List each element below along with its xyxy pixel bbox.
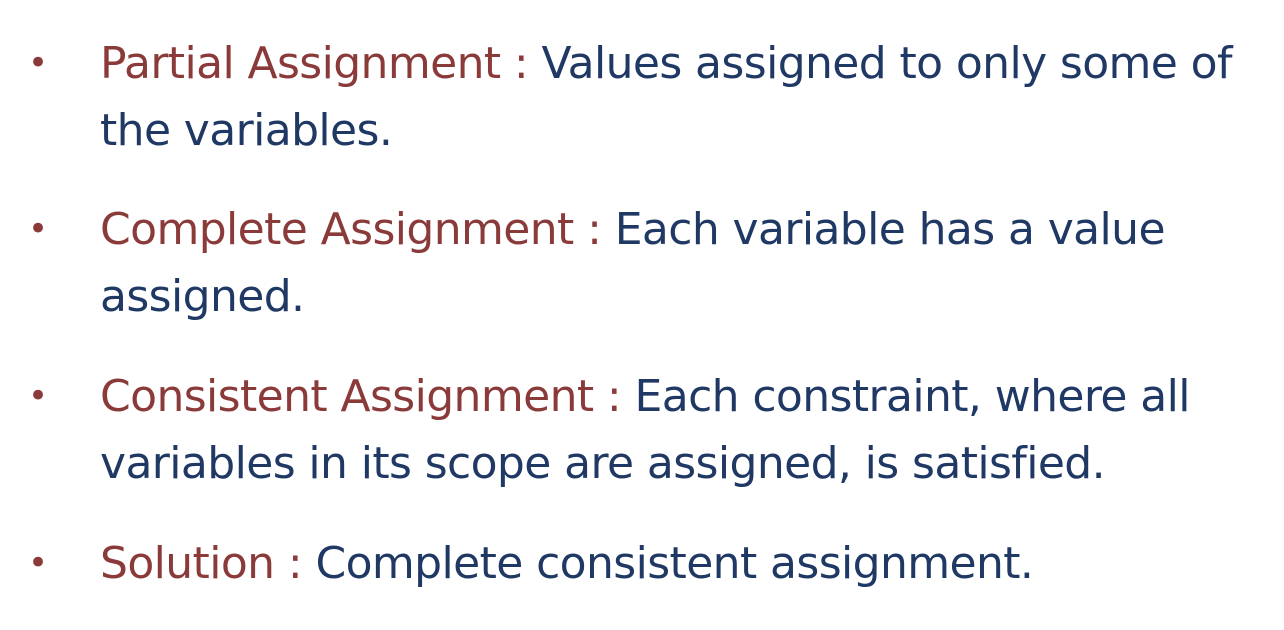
bullet-icon: • — [28, 543, 48, 583]
bullet-item-complete-assignment: • Complete Assignment : Each variable ha… — [28, 196, 1270, 330]
bullet-icon: • — [28, 376, 48, 416]
term-label: Consistent Assignment : — [100, 371, 635, 422]
definition-text: Complete consistent assignment. — [315, 538, 1034, 589]
term-label: Solution : — [100, 538, 316, 589]
term-label: Partial Assignment : — [100, 38, 542, 89]
slide: • Partial Assignment : Values assigned t… — [0, 0, 1284, 630]
bullet-icon: • — [28, 43, 48, 83]
bullet-icon: • — [28, 209, 48, 249]
bullet-item-solution: • Solution : Complete consistent assignm… — [28, 530, 1270, 597]
bullet-item-consistent-assignment: • Consistent Assignment : Each constrain… — [28, 363, 1270, 497]
bullet-item-partial-assignment: • Partial Assignment : Values assigned t… — [28, 30, 1270, 164]
term-label: Complete Assignment : — [100, 204, 615, 255]
